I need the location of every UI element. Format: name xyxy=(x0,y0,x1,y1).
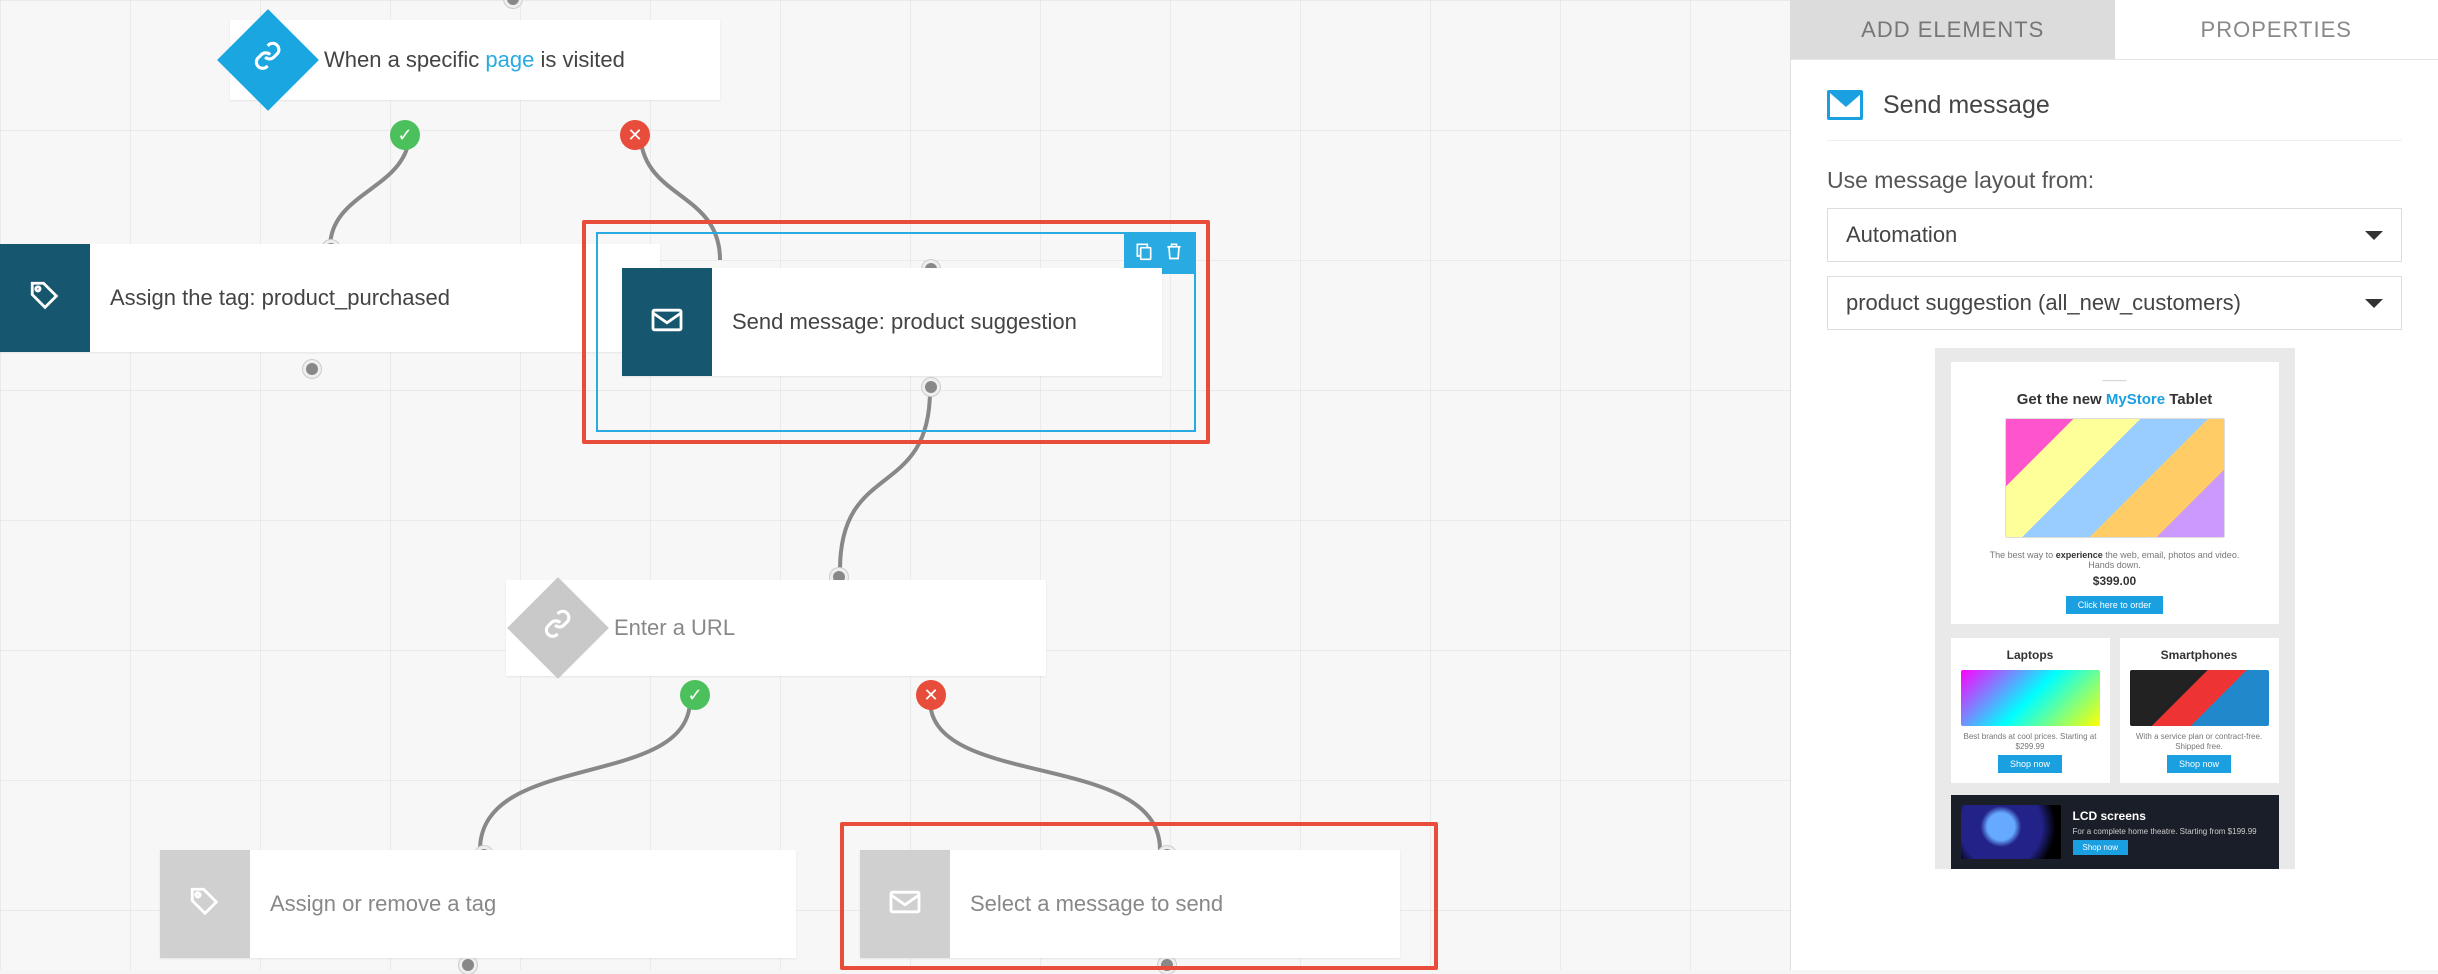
tab-properties[interactable]: PROPERTIES xyxy=(2115,0,2438,59)
node-url-condition[interactable]: Enter a URL xyxy=(506,580,1046,676)
node-send-message[interactable]: Send message: product suggestion xyxy=(622,268,1162,376)
preview-price: $399.00 xyxy=(1961,574,2269,588)
chevron-down-icon xyxy=(2365,231,2383,240)
preview-hero-image xyxy=(2005,418,2225,538)
email-preview: ——— Get the new MyStore Tablet The best … xyxy=(1935,348,2295,869)
node-label: Enter a URL xyxy=(594,615,765,641)
node-assign-remove-tag[interactable]: Assign or remove a tag xyxy=(160,850,796,958)
preview-column-laptops: Laptops Best brands at cool prices. Star… xyxy=(1951,638,2110,783)
preview-cta-button: Click here to order xyxy=(2066,596,2164,614)
tag-icon xyxy=(188,885,222,924)
chevron-down-icon xyxy=(2365,299,2383,308)
mail-icon xyxy=(1827,90,1863,120)
select-layout-source[interactable]: Automation xyxy=(1827,208,2402,262)
connector-dot[interactable] xyxy=(459,956,477,974)
properties-panel: ADD ELEMENTS PROPERTIES Send message Use… xyxy=(1790,0,2438,970)
connector-dot[interactable] xyxy=(303,360,321,378)
node-label: When a specific page is visited xyxy=(304,47,655,73)
preview-banner-image xyxy=(1961,805,2061,859)
node-page-visited[interactable]: When a specific page is visited xyxy=(230,20,720,100)
preview-column-smartphones: Smartphones With a service plan or contr… xyxy=(2120,638,2279,783)
mail-icon xyxy=(888,888,922,921)
workflow-canvas[interactable]: ✓ ✕ ✓ ✕ When a specific page is visited … xyxy=(0,0,1790,970)
node-label: Select a message to send xyxy=(950,891,1253,917)
preview-col-image xyxy=(1961,670,2100,726)
preview-col-image xyxy=(2130,670,2269,726)
preview-dark-banner: LCD screens For a complete home theatre.… xyxy=(1951,795,2279,869)
panel-title: Send message xyxy=(1827,90,2402,141)
preview-preheader: ——— xyxy=(1961,376,2269,385)
link-icon xyxy=(253,41,283,80)
branch-no-icon: ✕ xyxy=(620,120,650,150)
preview-title: Get the new MyStore Tablet xyxy=(1961,391,2269,408)
mail-icon xyxy=(650,306,684,339)
field-label: Use message layout from: xyxy=(1827,167,2402,194)
node-label: Assign or remove a tag xyxy=(250,891,526,917)
link-icon xyxy=(543,609,573,648)
select-message-template[interactable]: product suggestion (all_new_customers) xyxy=(1827,276,2402,330)
node-assign-tag[interactable]: Assign the tag: product_purchased xyxy=(0,244,660,352)
panel-tabs: ADD ELEMENTS PROPERTIES xyxy=(1791,0,2438,60)
node-label: Assign the tag: product_purchased xyxy=(90,285,480,311)
connector-dot[interactable] xyxy=(504,0,522,8)
node-label: Send message: product suggestion xyxy=(712,309,1107,335)
branch-no-icon: ✕ xyxy=(916,680,946,710)
tab-add-elements[interactable]: ADD ELEMENTS xyxy=(1791,0,2115,59)
preview-description: The best way to experience the web, emai… xyxy=(1981,550,2249,570)
delete-icon[interactable] xyxy=(1164,240,1184,268)
node-select-message[interactable]: Select a message to send xyxy=(860,850,1400,958)
duplicate-icon[interactable] xyxy=(1134,240,1154,268)
tag-icon xyxy=(28,279,62,318)
branch-yes-icon: ✓ xyxy=(390,120,420,150)
branch-yes-icon: ✓ xyxy=(680,680,710,710)
